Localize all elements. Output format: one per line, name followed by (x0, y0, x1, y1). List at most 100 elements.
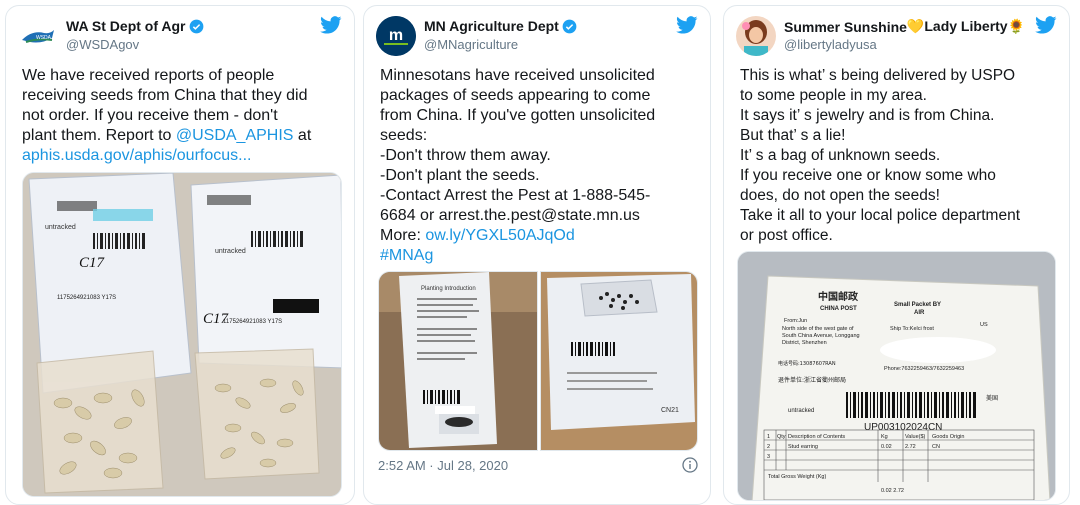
text-line: not order. If you receive them - don't (22, 107, 278, 124)
url-link[interactable]: aphis.usda.gov/aphis/ourfocus... (22, 147, 251, 164)
text-line: This is what’ s being delivered by USPO (740, 67, 1016, 84)
photo-label: Phone:7632259463/7632259463 (884, 366, 964, 372)
url-link[interactable]: ow.ly/YGXL50AJqOd (425, 227, 574, 244)
user-photo-avatar-icon (736, 16, 776, 56)
handle[interactable]: @WSDAgov (66, 37, 139, 52)
photo-label: Small Packet BY (894, 302, 941, 308)
handle[interactable]: @libertyladyusa (784, 37, 877, 52)
photo-label: Qty (777, 434, 786, 440)
photo-label: Total Gross Weight (Kg) (768, 474, 826, 480)
display-name-emoji[interactable]: 💛Lady Liberty🌻 (907, 18, 1025, 35)
photo-label: 电话号码:13087607RAN (778, 360, 836, 367)
display-name-row[interactable]: WA St Dept of Agr (66, 18, 204, 34)
avatar[interactable]: WSDA (18, 16, 58, 56)
photo-label: 1175264921083 Y17S (223, 319, 282, 325)
seed-bag-photo: CN21 (541, 272, 697, 450)
photo-label: CHINA POST (820, 306, 857, 312)
display-name[interactable]: Summer Sunshine (784, 19, 907, 35)
photo-label: From:Jun (784, 318, 807, 324)
tweet-card-mn[interactable]: m MN Agriculture Dept @MNagriculture Min… (363, 5, 711, 505)
text-line: It says it’ s jewelry and is from China. (740, 107, 995, 124)
tweet-text: We have received reports of people recei… (22, 66, 344, 166)
text-line: from China. If you've gotten unsolicited (380, 107, 656, 124)
text-line: receiving seeds from China that they did (22, 87, 308, 104)
photo-label: Stud earring (788, 444, 818, 450)
photo-label: 退件单位:浙江省衢州邮局 (778, 376, 846, 384)
tweet-card-wsda[interactable]: WSDA WA St Dept of Agr @WSDAgov We have … (5, 5, 355, 505)
display-name[interactable]: MN Agriculture Dept (424, 18, 559, 34)
twitter-bird-icon[interactable] (320, 16, 342, 34)
handle[interactable]: @MNagriculture (424, 37, 518, 52)
photo-label: 0.02 2.72 (881, 488, 904, 494)
tweet-photo[interactable]: 中国邮政 CHINA POST Small Packet BY AIR From… (737, 251, 1056, 501)
photo-label: 2.72 (905, 444, 916, 450)
text-line: But that’ s a lie! (740, 127, 846, 144)
photo-label: CN21 (661, 407, 679, 414)
mention-link[interactable]: @USDA_APHIS (176, 127, 294, 144)
tweet-photo-right[interactable]: CN21 (540, 271, 698, 451)
seed-packets-photo: untracked untracked C17 C17 117526492108… (23, 173, 341, 496)
photo-label: Description of Contents (788, 434, 845, 440)
text-line: -Don't throw them away. (380, 147, 551, 164)
text-line: packages of seeds appearing to come (380, 87, 651, 104)
display-name[interactable]: WA St Dept of Agr (66, 18, 186, 34)
photo-label: 中国邮政 (818, 290, 859, 303)
planting-instructions-photo: Planting Introduction (379, 272, 537, 450)
photo-label: South China Avenue, Longgang (782, 333, 860, 339)
tweet-timestamp[interactable]: 2:52 AM · Jul 28, 2020 (378, 458, 508, 473)
photo-label: 3 (767, 454, 770, 460)
text-line: -Contact Arrest the Pest at 1-888-545- (380, 187, 651, 204)
twitter-bird-icon[interactable] (1035, 16, 1057, 34)
text-line: at (293, 127, 312, 144)
photo-label: US (980, 322, 988, 328)
photo-label: 1175264921083 Y17S (57, 295, 116, 301)
text-line: 6684 or arrest.the.pest@state.mn.us (380, 207, 640, 224)
photo-label: AIR (914, 310, 925, 316)
photo-label: District, Shenzhen (782, 340, 827, 346)
text-line: does, do not open the seeds! (740, 187, 940, 204)
text-line: We have received reports of people (22, 67, 275, 84)
svg-text:WSDA: WSDA (36, 35, 52, 41)
text-line: plant them. Report to (22, 127, 176, 144)
photo-label: untracked (215, 248, 246, 255)
mn-dept-logo-icon: m (376, 16, 416, 56)
avatar-letter: m (389, 27, 403, 44)
china-post-package-photo: 中国邮政 CHINA POST Small Packet BY AIR From… (738, 252, 1055, 500)
photo-label: 1 (767, 434, 770, 440)
text-line: -Don't plant the seeds. (380, 167, 540, 184)
tweet-card-liberty[interactable]: Summer Sunshine 💛Lady Liberty🌻 @libertyla… (723, 5, 1070, 505)
photo-label: CN (932, 444, 940, 450)
verified-badge-icon (562, 19, 577, 33)
photo-label: 2 (767, 444, 770, 450)
tweet-photo-left[interactable]: Planting Introduction (378, 271, 538, 451)
verified-badge-icon (189, 19, 203, 33)
text-line: More: (380, 227, 426, 244)
text-line: or post office. (740, 227, 833, 244)
photo-label: 0.02 (881, 444, 892, 450)
text-line: Minnesotans have received unsolicited (380, 67, 655, 84)
display-name-row[interactable]: MN Agriculture Dept (424, 18, 577, 34)
text-line: Take it all to your local police departm… (740, 207, 1021, 224)
avatar[interactable] (736, 16, 776, 56)
twitter-bird-icon[interactable] (676, 16, 698, 34)
text-line: If you receive one or know some who (740, 167, 996, 184)
photo-label: untracked (45, 224, 76, 231)
info-icon[interactable] (682, 457, 698, 473)
photo-label: Value($) (905, 434, 926, 440)
photo-label: Goods Origin (932, 434, 964, 440)
photo-label: Kg (881, 434, 888, 440)
wsda-logo-icon: WSDA (18, 16, 58, 56)
photo-label: Ship To:Kelci frost (890, 326, 934, 332)
avatar[interactable]: m (376, 16, 416, 56)
photo-label: North side of the west gate of (782, 326, 854, 332)
photo-label: untracked (788, 408, 814, 414)
hashtag-link[interactable]: #MNAg (380, 247, 433, 264)
text-line: to some people in my area. (740, 87, 927, 104)
photo-label: Planting Introduction (421, 286, 476, 292)
text-line: It’ s a bag of unknown seeds. (740, 147, 941, 164)
tweet-text: This is what’ s being delivered by USPO … (740, 66, 1059, 246)
photo-label: 美国 (986, 394, 998, 402)
tweet-photo[interactable]: untracked untracked C17 C17 117526492108… (22, 172, 342, 497)
display-name-row[interactable]: Summer Sunshine 💛Lady Liberty🌻 (784, 18, 1025, 35)
text-line: seeds: (380, 127, 428, 144)
